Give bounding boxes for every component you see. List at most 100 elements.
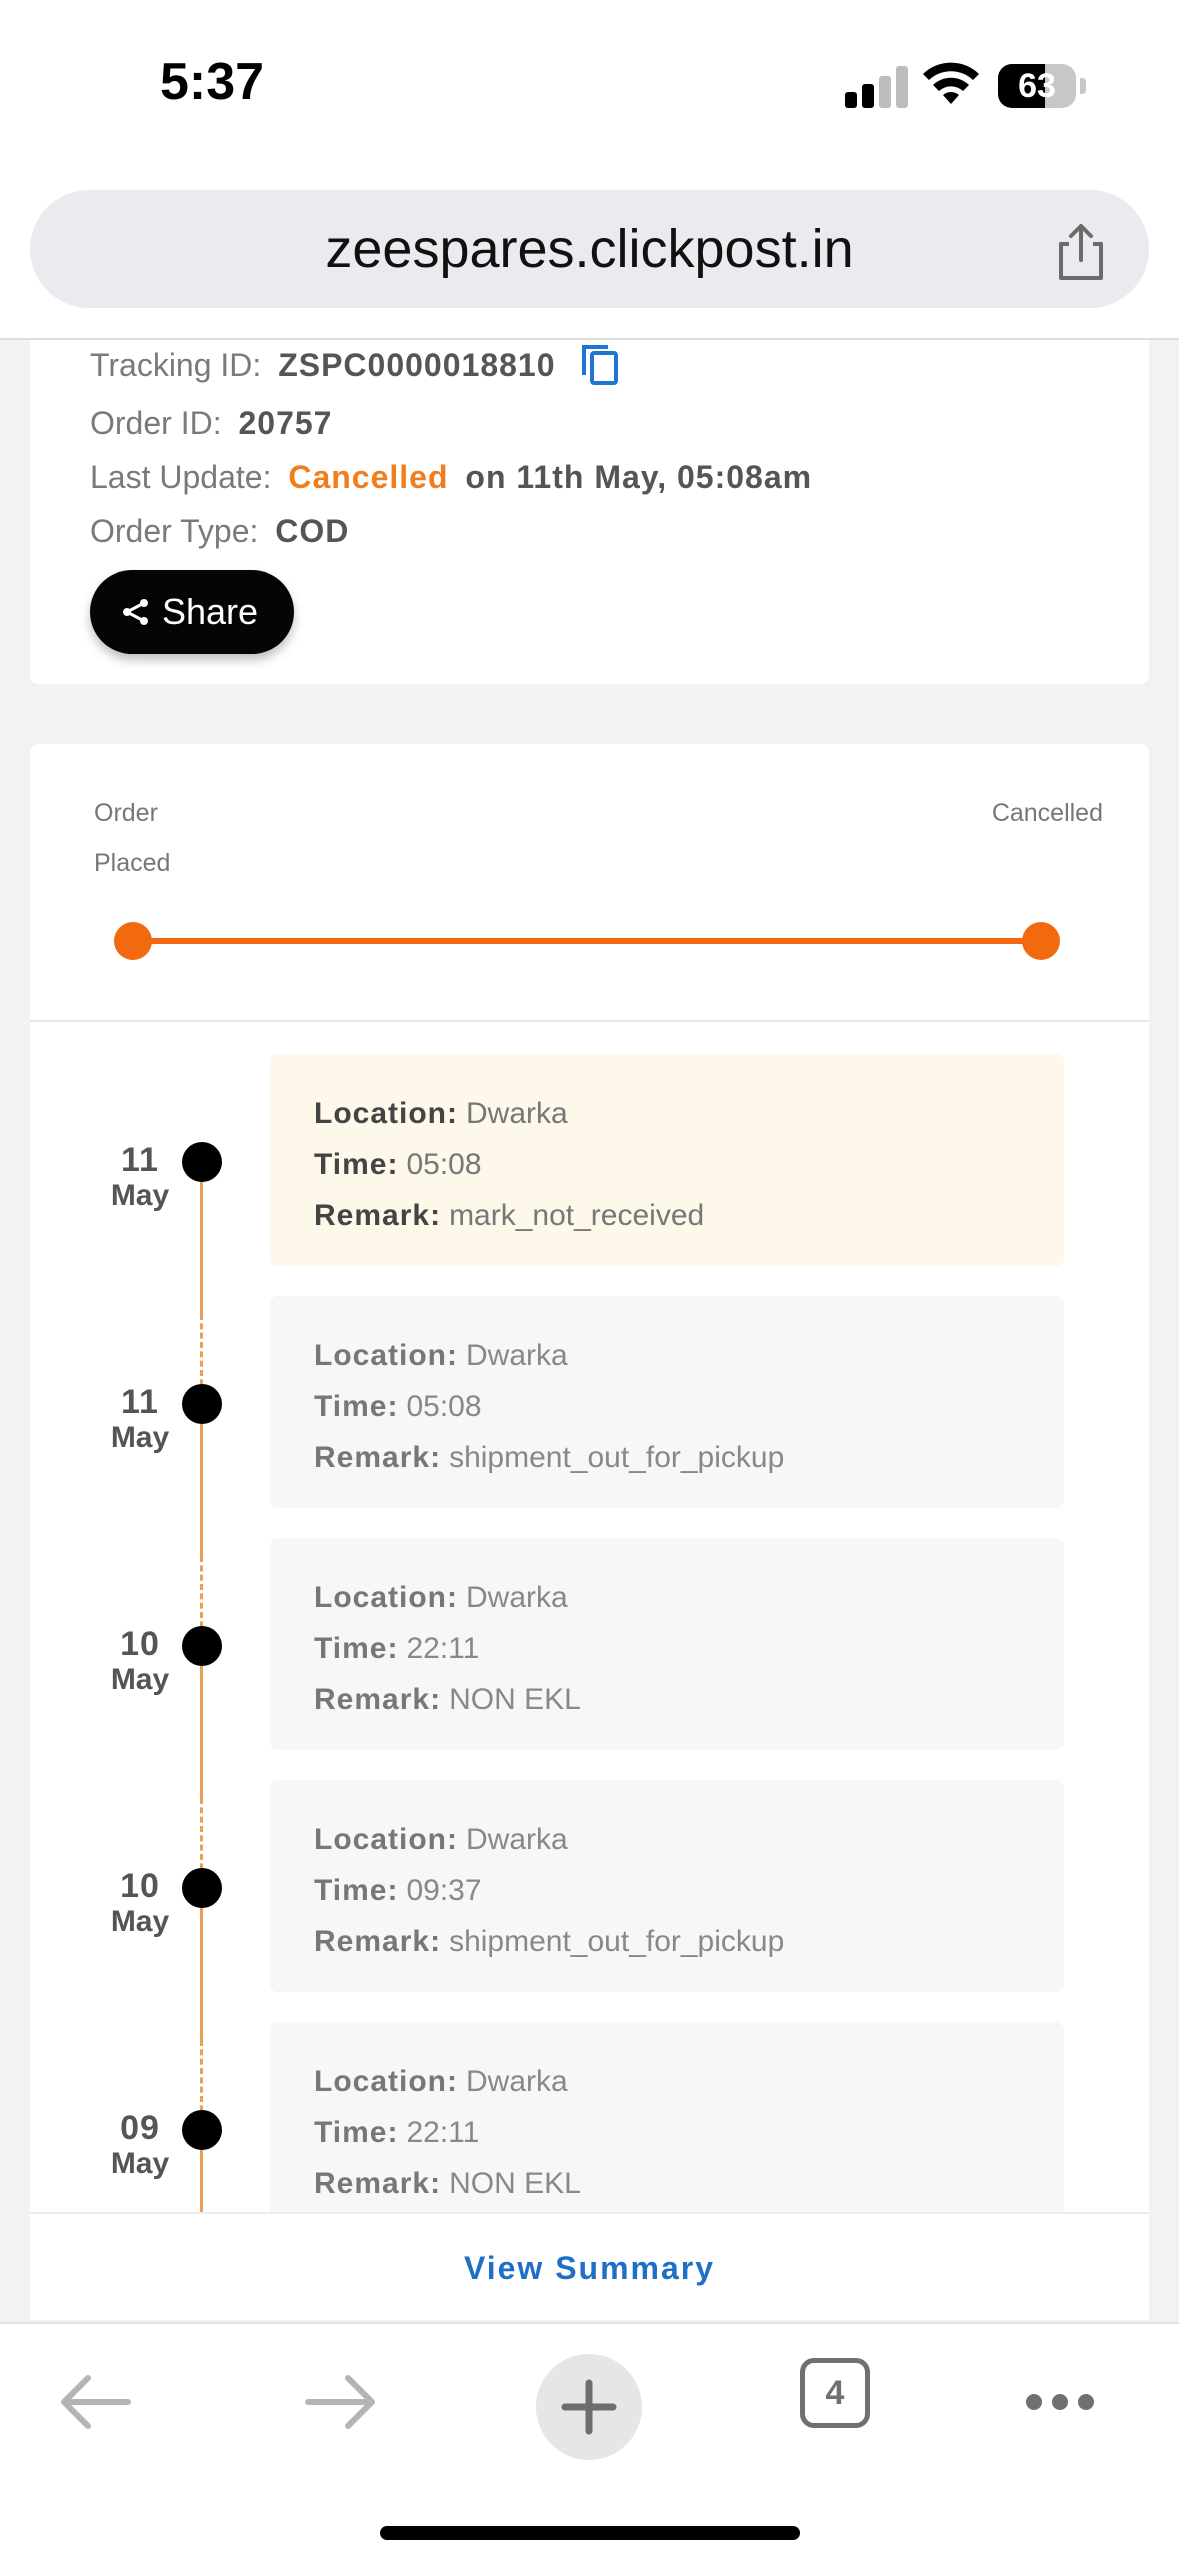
back-arrow-icon[interactable]: [58, 2372, 132, 2432]
event-time-row: Time: 09:37: [314, 1865, 1064, 1916]
time-label: Time:: [314, 1874, 399, 1907]
event-remark: NON EKL: [449, 1683, 581, 1716]
tracking-id-row: Tracking ID: ZSPC0000018810: [90, 340, 620, 390]
progress-track: [132, 938, 1042, 944]
home-indicator: [380, 2526, 800, 2540]
remark-label: Remark:: [314, 2167, 442, 2200]
last-update-row: Last Update: Cancelled on 11th May, 05:0…: [90, 452, 812, 502]
status-bar: 5:37 63: [0, 0, 1179, 180]
location-label: Location:: [314, 1339, 458, 1372]
timeline-dot: [182, 1384, 222, 1424]
cellular-signal-icon: [845, 66, 909, 108]
event-location-row: Location: Dwarka: [314, 2056, 1064, 2107]
timeline-dot: [182, 2110, 222, 2150]
order-info-card: Tracking ID: ZSPC0000018810 Order ID: 20…: [30, 340, 1149, 684]
share-page-icon[interactable]: [1053, 222, 1109, 282]
event-month: May: [110, 1179, 170, 1212]
order-id-row: Order ID: 20757: [90, 398, 332, 448]
event-time-row: Time: 22:11: [314, 2107, 1064, 2158]
tabs-button[interactable]: 4: [800, 2358, 870, 2428]
battery-icon: 63: [998, 64, 1076, 108]
timeline-dot: [182, 1626, 222, 1666]
time-label: Time:: [314, 1632, 399, 1665]
order-id-label: Order ID:: [90, 405, 222, 441]
progress-end-dot: [1022, 922, 1060, 960]
event-remark-row: Remark: mark_not_received: [314, 1190, 1064, 1241]
event-month: May: [110, 1905, 170, 1938]
location-label: Location:: [314, 1097, 458, 1130]
event-time: 09:37: [406, 1874, 482, 1907]
status-time: 5:37: [160, 53, 265, 111]
url-text[interactable]: zeespares.clickpost.in: [30, 190, 1149, 308]
timeline-event-card: Location: Dwarka Time: 09:37 Remark: shipme…: [270, 1780, 1064, 1992]
location-label: Location:: [314, 2065, 458, 2098]
timeline-event-card: Location: Dwarka Time: 22:11 Remark: NON EK…: [270, 2022, 1064, 2212]
timeline-event-card: Location: Dwarka Time: 05:08 Remark: mark_n…: [270, 1054, 1064, 1266]
time-label: Time:: [314, 1148, 399, 1181]
event-remark: shipment_out_for_pickup: [449, 1925, 785, 1958]
event-time: 22:11: [406, 2116, 480, 2149]
copy-icon[interactable]: [580, 343, 620, 387]
time-label: Time:: [314, 1390, 399, 1423]
event-location: Dwarka: [466, 1097, 568, 1130]
location-label: Location:: [314, 1823, 458, 1856]
event-location-row: Location: Dwarka: [314, 1088, 1064, 1139]
event-time-row: Time: 05:08: [314, 1139, 1064, 1190]
remark-label: Remark:: [314, 1441, 442, 1474]
forward-arrow-icon[interactable]: [304, 2372, 378, 2432]
address-bar[interactable]: zeespares.clickpost.in: [30, 190, 1149, 308]
event-remark-row: Remark: shipment_out_for_pickup: [314, 1432, 1064, 1483]
view-summary-link[interactable]: View Summary: [30, 2214, 1149, 2322]
location-label: Location:: [314, 1581, 458, 1614]
event-month: May: [110, 1421, 170, 1454]
timeline-event-card: Location: Dwarka Time: 05:08 Remark: shipme…: [270, 1296, 1064, 1508]
share-button-label: Share: [162, 591, 259, 632]
stage-order-placed: Order Placed: [94, 799, 171, 877]
event-time-row: Time: 22:11: [314, 1623, 1064, 1674]
event-location: Dwarka: [466, 2065, 568, 2098]
last-update-label: Last Update:: [90, 459, 272, 495]
timeline-dot: [182, 1868, 222, 1908]
tracking-id-value: ZSPC0000018810: [278, 347, 556, 383]
last-update-status: Cancelled: [288, 459, 449, 495]
event-location: Dwarka: [466, 1339, 568, 1372]
event-remark: NON EKL: [449, 2167, 581, 2200]
remark-label: Remark:: [314, 1683, 442, 1716]
order-type-value: COD: [275, 513, 350, 549]
event-remark-row: Remark: NON EKL: [314, 1674, 1064, 1725]
event-time: 22:11: [406, 1632, 480, 1665]
time-label: Time:: [314, 2116, 399, 2149]
remark-label: Remark:: [314, 1925, 442, 1958]
new-tab-button[interactable]: [536, 2354, 642, 2460]
event-location: Dwarka: [466, 1581, 568, 1614]
event-location-row: Location: Dwarka: [314, 1814, 1064, 1865]
event-remark: mark_not_received: [449, 1199, 705, 1232]
timeline-event-card: Location: Dwarka Time: 22:11 Remark: NON EK…: [270, 1538, 1064, 1750]
timeline-card: 11 May Location: Dwarka Time: 05:08 Remark…: [30, 1022, 1149, 2212]
share-icon: [123, 599, 148, 625]
event-location-row: Location: Dwarka: [314, 1572, 1064, 1623]
tracking-id-label: Tracking ID:: [90, 347, 262, 383]
order-id-value: 20757: [238, 405, 333, 441]
battery-cap: [1080, 78, 1086, 94]
timeline-dot: [182, 1142, 222, 1182]
last-update-time: on 11th May, 05:08am: [465, 459, 813, 495]
event-month: May: [110, 1663, 170, 1696]
event-location: Dwarka: [466, 1823, 568, 1856]
browser-address-area: zeespares.clickpost.in: [0, 180, 1179, 340]
event-time-row: Time: 05:08: [314, 1381, 1064, 1432]
browser-toolbar: 4: [0, 2322, 1179, 2556]
progress-start-dot: [114, 922, 152, 960]
event-month: May: [110, 2147, 170, 2180]
event-location-row: Location: Dwarka: [314, 1330, 1064, 1381]
event-remark-row: Remark: shipment_out_for_pickup: [314, 1916, 1064, 1967]
event-remark: shipment_out_for_pickup: [449, 1441, 785, 1474]
wifi-icon: [923, 62, 979, 104]
view-summary-bar: View Summary: [30, 2212, 1149, 2320]
battery-level: 63: [1018, 67, 1056, 105]
event-remark-row: Remark: NON EKL: [314, 2158, 1064, 2209]
share-button[interactable]: Share: [90, 570, 294, 654]
progress-card: Order Placed Cancelled: [30, 744, 1149, 1022]
more-options-icon[interactable]: [1024, 2390, 1096, 2414]
remark-label: Remark:: [314, 1199, 442, 1232]
